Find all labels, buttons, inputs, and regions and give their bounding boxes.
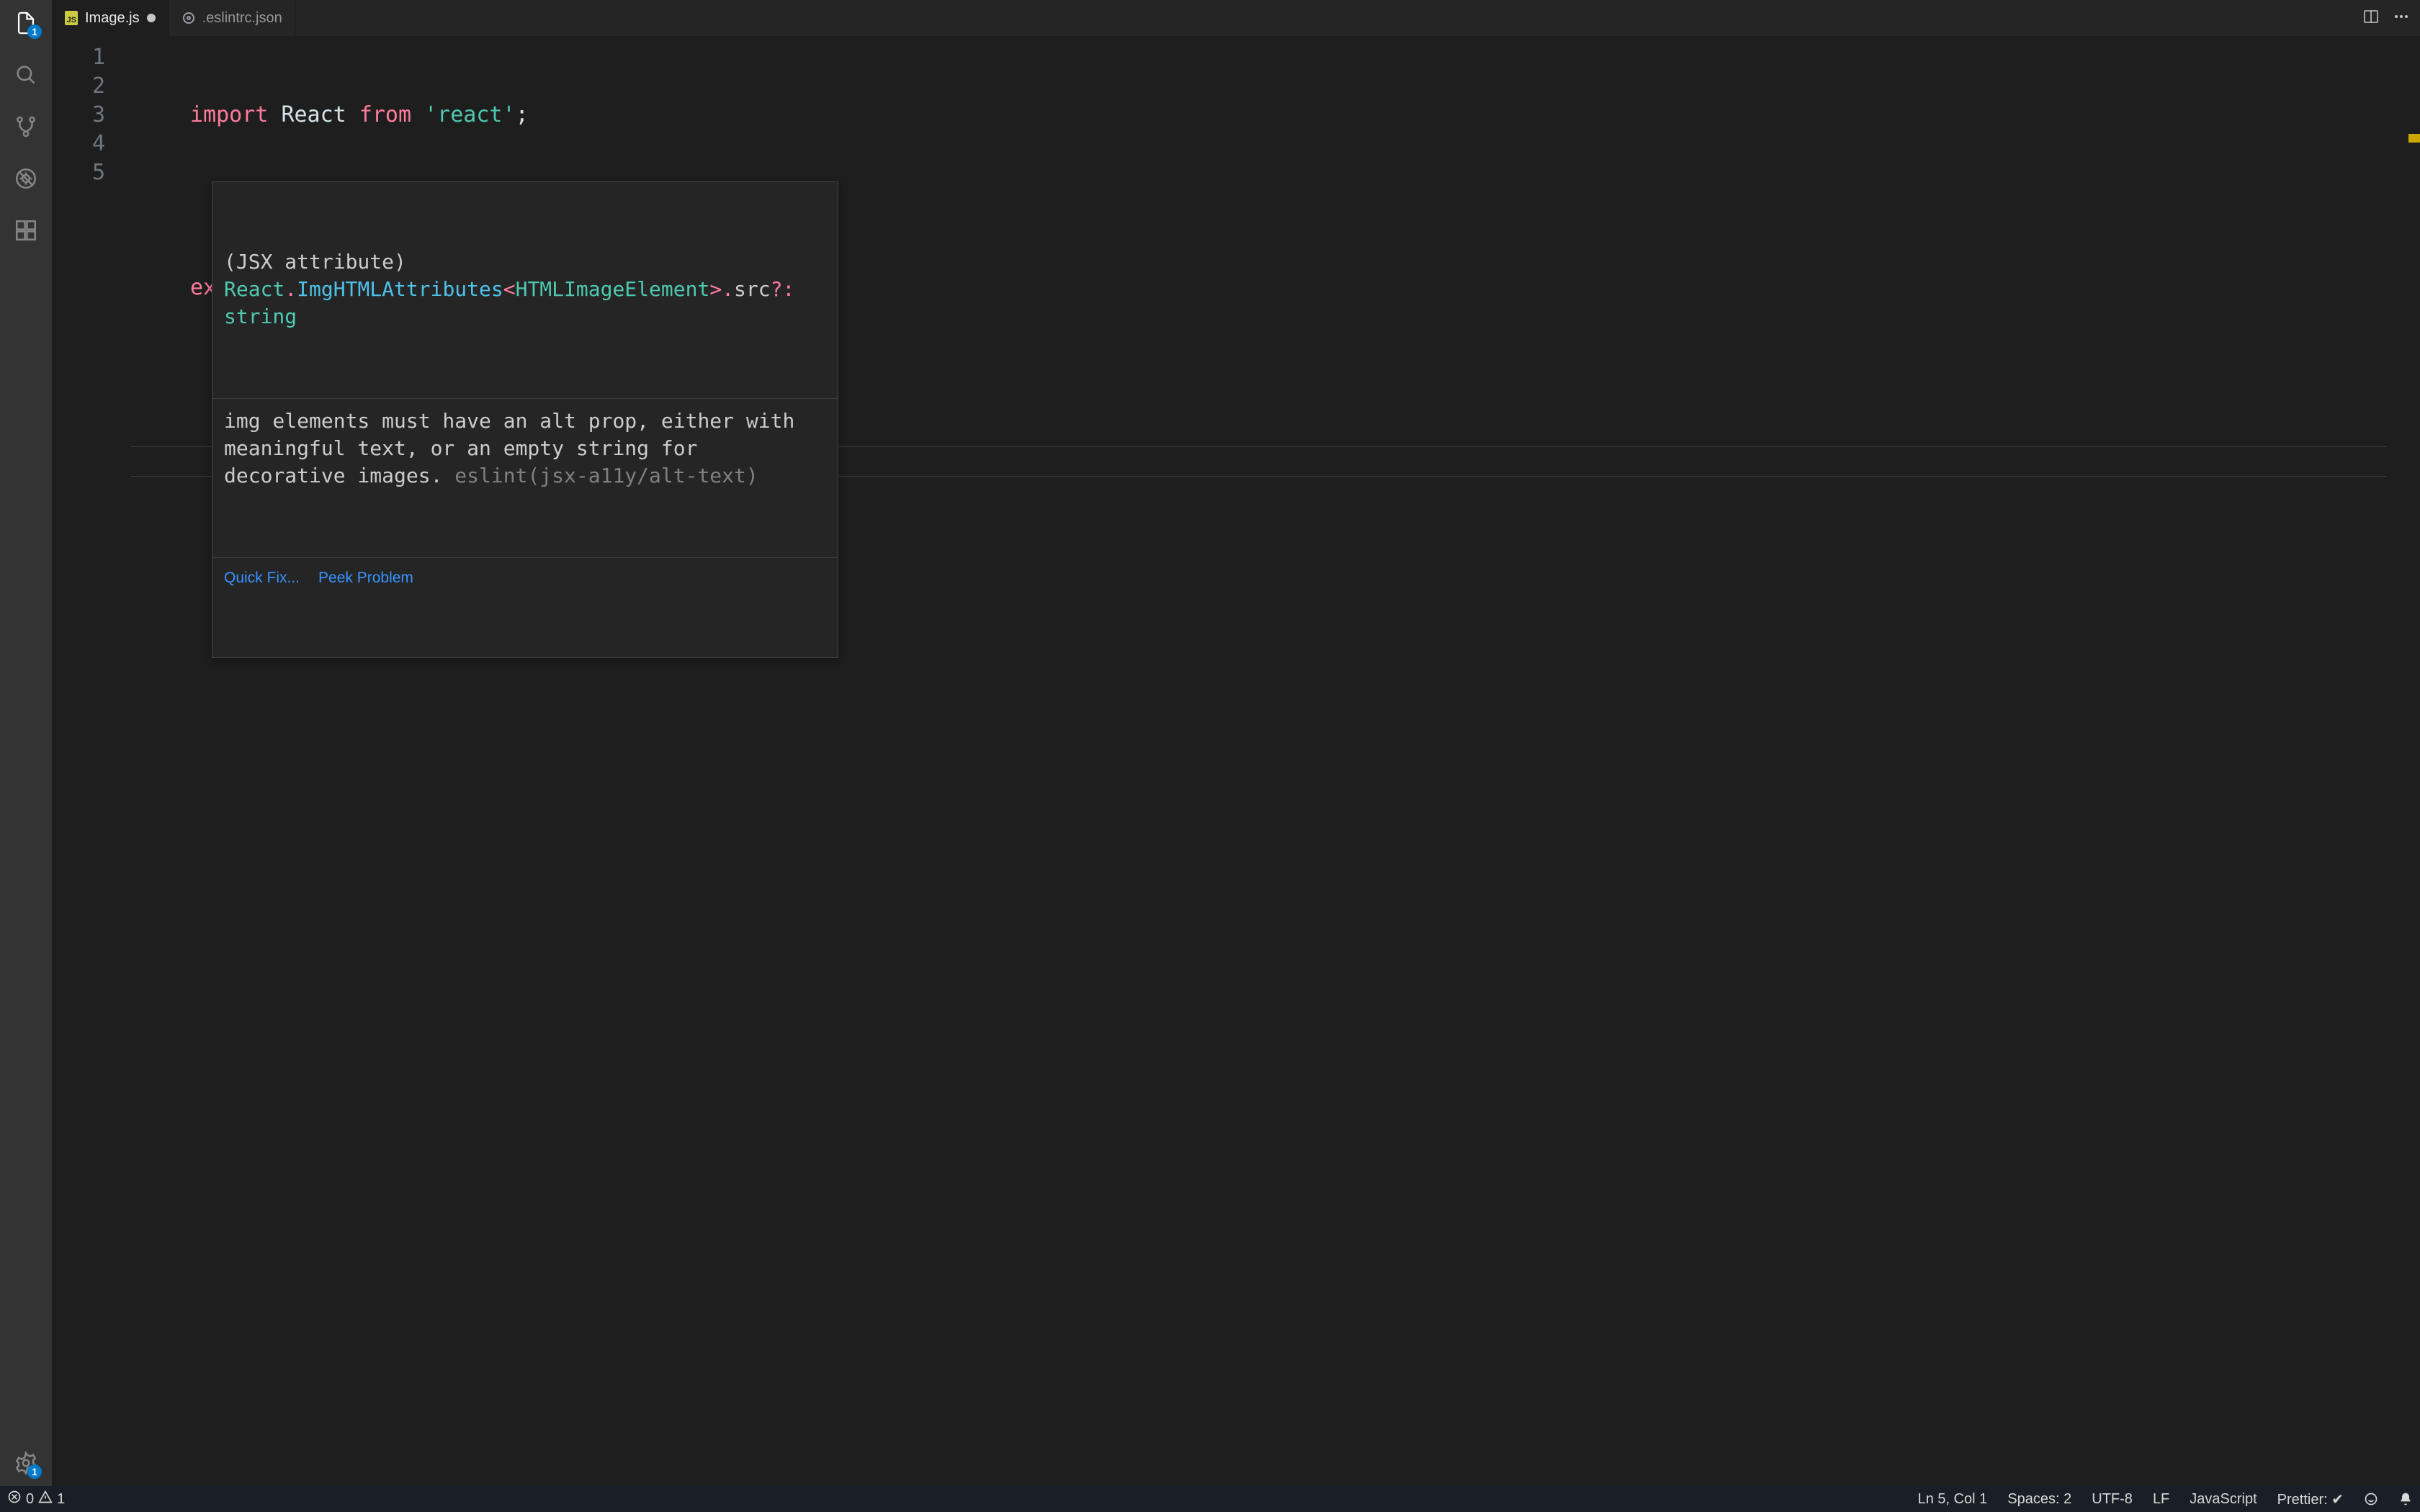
extensions-icon[interactable] (9, 213, 43, 248)
settings-badge: 1 (27, 1464, 42, 1479)
status-eol[interactable]: LF (2153, 1491, 2169, 1508)
line-number: 1 (52, 43, 131, 72)
hover-text: HTMLImageElement (516, 277, 710, 301)
status-warning-count: 1 (57, 1491, 65, 1508)
more-actions-icon[interactable] (2393, 8, 2410, 28)
notifications-bell-icon[interactable] (2398, 1492, 2413, 1506)
warning-icon (38, 1490, 53, 1508)
line-number: 2 (52, 72, 131, 101)
overview-ruler[interactable] (2404, 36, 2420, 1486)
status-encoding[interactable]: UTF-8 (2092, 1491, 2133, 1508)
code-token: 'react' (424, 102, 515, 127)
peek-problem-link[interactable]: Peek Problem (318, 564, 413, 593)
split-editor-icon[interactable] (2362, 8, 2380, 28)
tab-eslintrc-json[interactable]: .eslintrc.json (169, 0, 296, 36)
debug-icon[interactable] (9, 161, 43, 196)
status-error-count: 0 (26, 1491, 34, 1508)
status-cursor-position[interactable]: Ln 5, Col 1 (1918, 1491, 1988, 1508)
hover-text: ?: (771, 277, 795, 301)
overview-warning-marker-icon[interactable] (2408, 134, 2420, 143)
js-file-icon: JS (65, 12, 78, 24)
hover-text: . (284, 277, 297, 301)
hover-text: React (224, 277, 284, 301)
hover-signature: (JSX attribute) React.ImgHTMLAttributes<… (212, 240, 838, 341)
status-bar: 0 1 Ln 5, Col 1 Spaces: 2 UTF-8 LF JavaS… (0, 1486, 2420, 1512)
tab-image-js[interactable]: JS Image.js (52, 0, 169, 36)
code-token: from (359, 102, 411, 127)
line-number: 4 (52, 130, 131, 158)
line-number-gutter: 1 2 3 4 5 (52, 36, 131, 1486)
tab-label: .eslintrc.json (202, 10, 282, 27)
quick-fix-link[interactable]: Quick Fix... (224, 564, 300, 593)
explorer-icon[interactable]: 1 (9, 6, 43, 40)
hover-text: . (722, 277, 734, 301)
code-editor[interactable]: 1 2 3 4 5 import React from 'react'; exp… (52, 36, 2420, 1486)
code-token: ; (516, 102, 529, 127)
hover-actions: Quick Fix... Peek Problem (212, 557, 838, 600)
line-number: 5 (52, 158, 131, 187)
source-control-icon[interactable] (9, 109, 43, 144)
hover-text: string (224, 305, 297, 328)
activity-bar: 1 (0, 0, 52, 1486)
hover-text: ImgHTMLAttributes (297, 277, 503, 301)
hover-problem-widget: (JSX attribute) React.ImgHTMLAttributes<… (212, 181, 838, 658)
hover-problem-message: img elements must have an alt prop, eith… (212, 398, 838, 500)
status-indentation[interactable]: Spaces: 2 (2007, 1491, 2071, 1508)
status-problems[interactable]: 0 1 (7, 1490, 65, 1508)
tab-label: Image.js (85, 10, 140, 27)
hover-text: < (503, 277, 516, 301)
hover-text: src (734, 277, 771, 301)
settings-gear-icon[interactable]: 1 (9, 1446, 43, 1480)
status-prettier[interactable]: Prettier: ✔ (2277, 1490, 2344, 1508)
code-token: React (281, 102, 346, 127)
hover-text: > (709, 277, 722, 301)
explorer-badge: 1 (27, 24, 42, 39)
search-icon[interactable] (9, 58, 43, 92)
feedback-smiley-icon[interactable] (2364, 1492, 2378, 1506)
status-language-mode[interactable]: JavaScript (2190, 1491, 2257, 1508)
line-number: 3 (52, 101, 131, 130)
code-token: import (190, 102, 268, 127)
hover-text: eslint(jsx-a11y/alt-text) (454, 464, 758, 487)
code-area[interactable]: import React from 'react'; export const … (131, 36, 2404, 1486)
tab-dirty-indicator-icon (147, 14, 156, 22)
error-icon (7, 1490, 22, 1508)
hover-text: (JSX attribute) (224, 250, 406, 274)
tab-bar: JS Image.js .eslintrc.json (52, 0, 2420, 36)
json-file-icon (182, 12, 195, 24)
